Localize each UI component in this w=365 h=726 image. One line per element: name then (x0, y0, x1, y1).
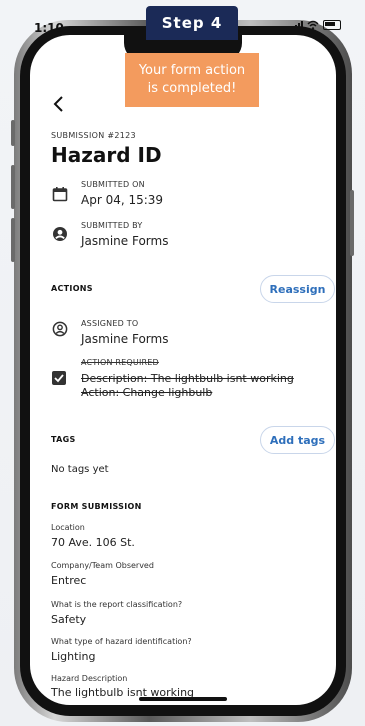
reassign-button[interactable]: Reassign (260, 275, 335, 303)
status-icons (292, 20, 341, 30)
assigned-to-value: Jasmine Forms (81, 332, 169, 346)
no-tags-text: No tags yet (51, 464, 109, 475)
action-complete-checkbox[interactable] (52, 371, 66, 385)
submitted-on-label: SUBMITTED ON (81, 180, 145, 189)
assigned-to-label: ASSIGNED TO (81, 319, 139, 328)
calendar-icon (52, 187, 68, 202)
step-badge: Step 4 (146, 6, 238, 40)
volume-down-button (11, 218, 15, 262)
field-label: What is the report classification? (51, 600, 183, 609)
mute-switch (11, 120, 15, 146)
field-label: What type of hazard identification? (51, 637, 192, 646)
tags-section-title: TAGS (51, 435, 76, 444)
battery-icon (323, 20, 341, 30)
signal-icon (292, 20, 303, 30)
actions-section-title: ACTIONS (51, 284, 93, 293)
toast-line-2: is completed! (147, 81, 237, 96)
action-description: Description: The lightbulb isnt working (81, 372, 294, 385)
user-circle-icon (53, 227, 67, 241)
assignee-icon (52, 321, 68, 337)
add-tags-button[interactable]: Add tags (260, 426, 335, 454)
field-value: Entrec (51, 574, 87, 587)
home-indicator[interactable] (139, 697, 227, 701)
completion-toast: Your form action is completed! (125, 53, 259, 107)
field-label: Location (51, 523, 85, 532)
field-value: Lighting (51, 650, 96, 663)
wifi-icon (307, 20, 319, 30)
field-value: 70 Ave. 106 St. (51, 536, 135, 549)
submitted-by-value: Jasmine Forms (81, 234, 169, 248)
checkmark-icon (54, 374, 64, 383)
form-submission-title: FORM SUBMISSION (51, 502, 142, 511)
action-task: Action: Change lighbulb (81, 386, 213, 399)
toast-line-1: Your form action (138, 63, 246, 78)
chevron-left-icon (53, 96, 63, 112)
power-button (350, 190, 354, 256)
submitted-by-label: SUBMITTED BY (81, 221, 143, 230)
page-title: Hazard ID (51, 143, 162, 167)
submission-number: SUBMISSION #2123 (51, 131, 136, 140)
back-button[interactable] (52, 94, 64, 119)
submitted-on-value: Apr 04, 15:39 (81, 193, 164, 207)
action-required-label: ACTION REQUIRED (81, 358, 159, 367)
field-label: Hazard Description (51, 674, 128, 683)
volume-up-button (11, 165, 15, 209)
status-time: 1:10 (34, 21, 64, 35)
field-value: Safety (51, 613, 87, 626)
field-label: Company/Team Observed (51, 561, 154, 570)
